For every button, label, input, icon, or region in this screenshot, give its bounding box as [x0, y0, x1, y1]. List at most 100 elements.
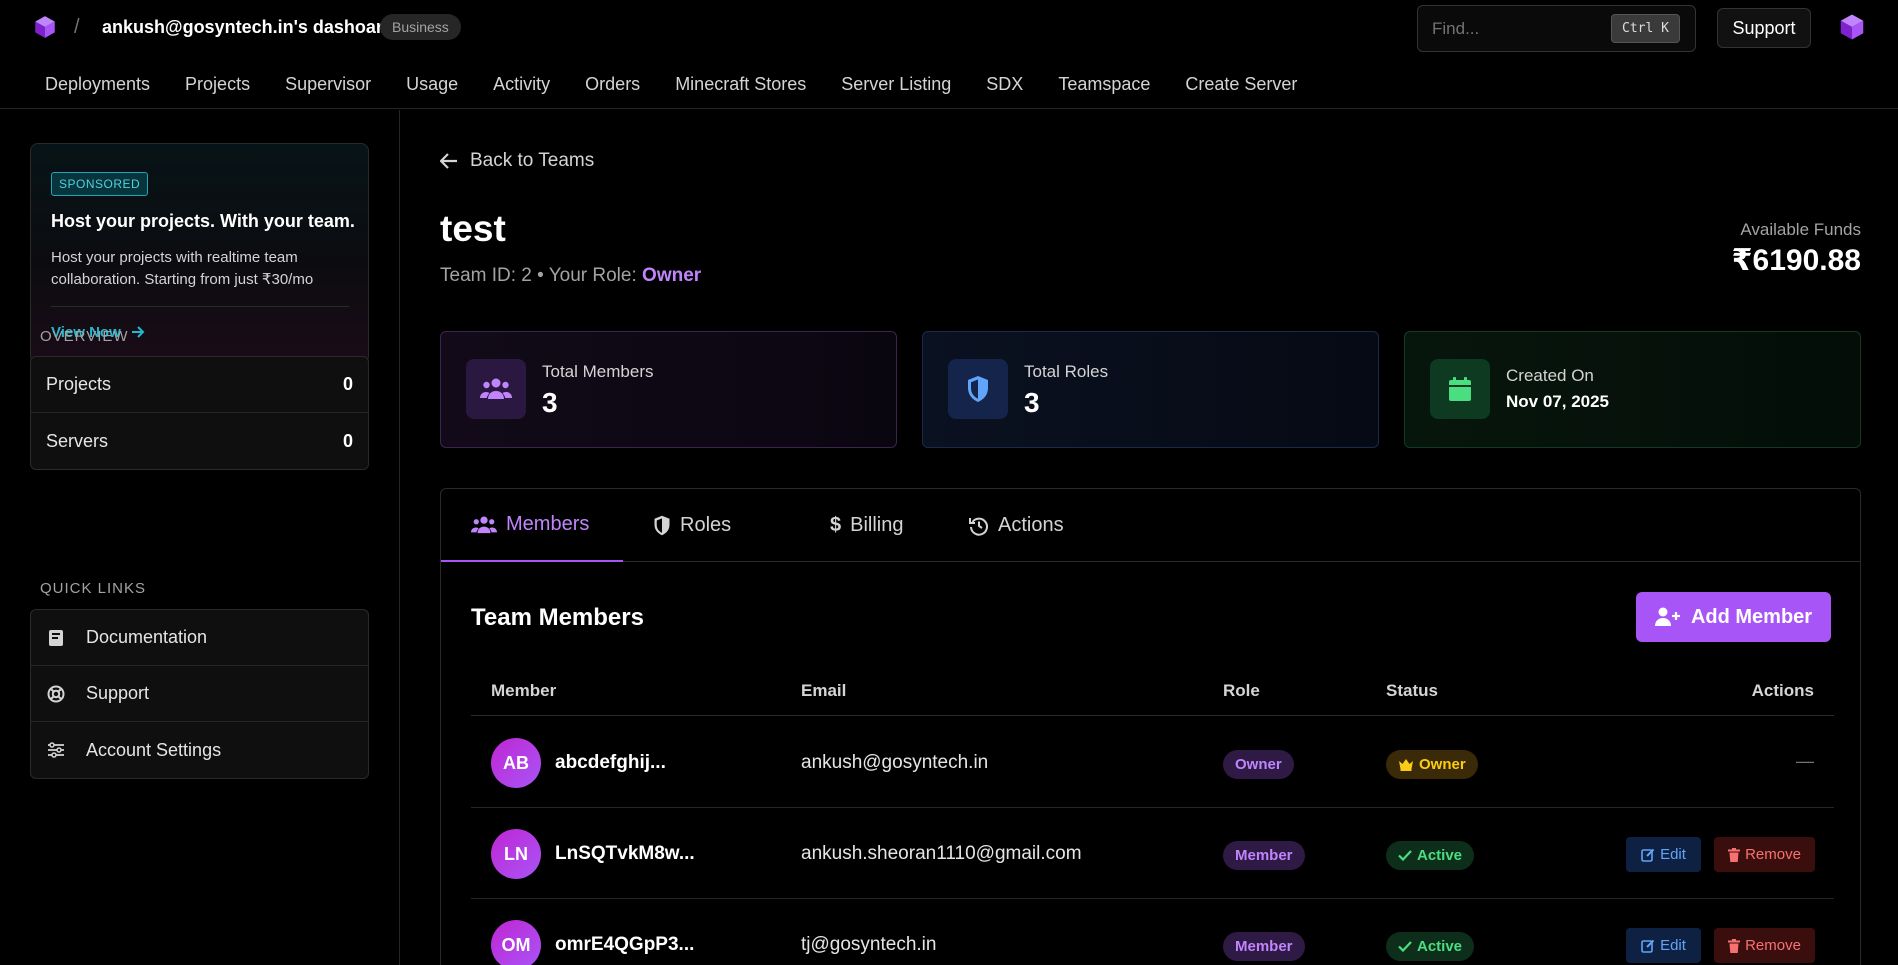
- tab-members-label: Members: [506, 513, 590, 535]
- member-email: ankush.sheoran1110@gmail.com: [801, 843, 1082, 864]
- overview-servers-label: Servers: [46, 430, 109, 451]
- quick-link-support-label: Support: [86, 683, 150, 703]
- team-meta: Team ID: 2 • Your Role: Owner: [440, 265, 701, 287]
- back-to-teams-label: Back to Teams: [470, 150, 595, 171]
- nav-create-server[interactable]: Create Server: [1185, 74, 1297, 95]
- nav-teamspace[interactable]: Teamspace: [1058, 74, 1150, 95]
- table-row: AB abcdefghij... ankush@gosyntech.in Own…: [471, 717, 1834, 808]
- status-label: Active: [1417, 938, 1463, 955]
- status-badge: Owner: [1386, 750, 1478, 779]
- tab-members[interactable]: Members: [441, 489, 623, 562]
- add-member-label: Add Member: [1690, 605, 1813, 628]
- arrow-right-icon: [131, 326, 145, 338]
- users-icon: [466, 359, 526, 419]
- promo-title: Host your projects. With your team.: [51, 211, 355, 231]
- tab-roles[interactable]: Roles: [653, 489, 731, 562]
- tab-billing-label: Billing: [850, 514, 904, 536]
- quick-link-documentation[interactable]: Documentation: [31, 610, 368, 666]
- total-roles-value: 3: [1024, 387, 1040, 418]
- nav-server-listing[interactable]: Server Listing: [841, 74, 951, 95]
- add-member-button[interactable]: Add Member: [1636, 592, 1831, 642]
- top-bar: / ankush@gosyntech.in's dashoard Busines…: [0, 0, 1898, 109]
- promo-divider: [51, 306, 349, 307]
- history-icon: [969, 517, 988, 536]
- nav-usage[interactable]: Usage: [406, 74, 458, 95]
- tab-actions-label: Actions: [998, 514, 1064, 536]
- quick-link-documentation-label: Documentation: [86, 627, 208, 647]
- table-header: Member Email Role Status Actions: [471, 669, 1834, 716]
- remove-button[interactable]: Remove: [1714, 928, 1815, 963]
- member-name: LnSQTvkM8w...: [555, 843, 695, 864]
- created-on-value: Nov 07, 2025: [1506, 392, 1610, 411]
- team-meta-text: Team ID: 2 • Your Role:: [440, 265, 643, 286]
- search-input[interactable]: [1432, 18, 1602, 40]
- dashboard-title[interactable]: ankush@gosyntech.in's dashoard: [102, 17, 394, 38]
- edit-label: Edit: [1660, 937, 1686, 954]
- quick-link-support[interactable]: Support: [31, 666, 368, 722]
- total-roles-card: Total Roles 3: [922, 331, 1379, 448]
- sponsored-badge: SPONSORED: [51, 172, 149, 196]
- created-on-card: Created On Nov 07, 2025: [1404, 331, 1861, 448]
- created-on-label: Created On: [1506, 366, 1594, 385]
- quick-links-heading: QUICK LINKS: [40, 580, 147, 597]
- total-members-card: Total Members 3: [440, 331, 897, 448]
- nav-projects[interactable]: Projects: [185, 74, 250, 95]
- edit-button[interactable]: Edit: [1626, 837, 1701, 872]
- back-to-teams-link[interactable]: Back to Teams: [440, 150, 594, 172]
- lifebuoy-icon: [46, 684, 66, 704]
- main-nav: Deployments Projects Supervisor Usage Ac…: [45, 74, 1332, 95]
- quick-link-account-settings-label: Account Settings: [86, 739, 222, 760]
- overview-heading: OVERVIEW: [40, 328, 129, 345]
- calendar-icon: [1430, 359, 1490, 419]
- main-content: Back to Teams test Team ID: 2 • Your Rol…: [400, 110, 1898, 965]
- member-name: omrE4QGpP3...: [555, 934, 695, 955]
- nav-minecraft-stores[interactable]: Minecraft Stores: [675, 74, 806, 95]
- overview-projects-label: Projects: [46, 374, 112, 394]
- tab-actions[interactable]: Actions: [969, 489, 1064, 562]
- table-row: OM omrE4QGpP3... tj@gosyntech.in Member …: [471, 899, 1834, 965]
- overview-projects[interactable]: Projects 0: [31, 357, 368, 413]
- nav-orders[interactable]: Orders: [585, 74, 640, 95]
- nav-activity[interactable]: Activity: [493, 74, 550, 95]
- col-role: Role: [1223, 681, 1260, 700]
- edit-label: Edit: [1660, 846, 1686, 863]
- logo-icon[interactable]: [32, 14, 58, 40]
- total-members-label: Total Members: [542, 362, 654, 381]
- arrow-left-icon: [440, 153, 457, 169]
- table-row: LN LnSQTvkM8w... ankush.sheoran1110@gmai…: [471, 808, 1834, 899]
- remove-button[interactable]: Remove: [1714, 837, 1815, 872]
- avatar: OM: [491, 920, 541, 965]
- avatar: LN: [491, 829, 541, 879]
- overview-servers[interactable]: Servers 0: [31, 413, 368, 469]
- team-role: Owner: [642, 265, 702, 286]
- support-button[interactable]: Support: [1717, 8, 1811, 48]
- team-panel: Members Roles $ Billing Actions Team Mem…: [440, 488, 1861, 965]
- nav-sdx[interactable]: SDX: [986, 74, 1023, 95]
- no-actions-indicator: —: [1796, 751, 1814, 771]
- quick-link-account-settings[interactable]: Account Settings: [31, 722, 368, 778]
- nav-supervisor[interactable]: Supervisor: [285, 74, 371, 95]
- sliders-icon: [46, 740, 66, 760]
- edit-button[interactable]: Edit: [1626, 928, 1701, 963]
- col-actions: Actions: [1751, 681, 1814, 700]
- available-funds-value: ₹6190.88: [1731, 244, 1861, 277]
- tab-billing[interactable]: $ Billing: [830, 489, 903, 562]
- status-badge: Active: [1386, 932, 1475, 961]
- shield-icon: [654, 515, 670, 536]
- team-tabs: Members Roles $ Billing Actions: [441, 489, 1860, 562]
- quick-links-list: Documentation Support Account Settings: [30, 609, 369, 779]
- role-badge: Owner: [1223, 750, 1294, 779]
- search-shortcut: Ctrl K: [1611, 14, 1680, 43]
- trash-icon: [1728, 847, 1741, 862]
- account-avatar-icon[interactable]: [1837, 12, 1867, 42]
- nav-deployments[interactable]: Deployments: [45, 74, 150, 95]
- status-label: Owner: [1419, 756, 1466, 773]
- available-funds-label: Available Funds: [1740, 220, 1861, 239]
- overview-projects-count: 0: [342, 374, 353, 394]
- member-email: tj@gosyntech.in: [801, 934, 937, 955]
- search-box[interactable]: Ctrl K: [1417, 5, 1696, 52]
- page-title: test: [440, 208, 506, 249]
- overview-list: Projects 0 Servers 0: [30, 356, 369, 470]
- user-plus-icon: [1654, 607, 1680, 626]
- promo-description: Host your projects with realtime team co…: [51, 249, 314, 288]
